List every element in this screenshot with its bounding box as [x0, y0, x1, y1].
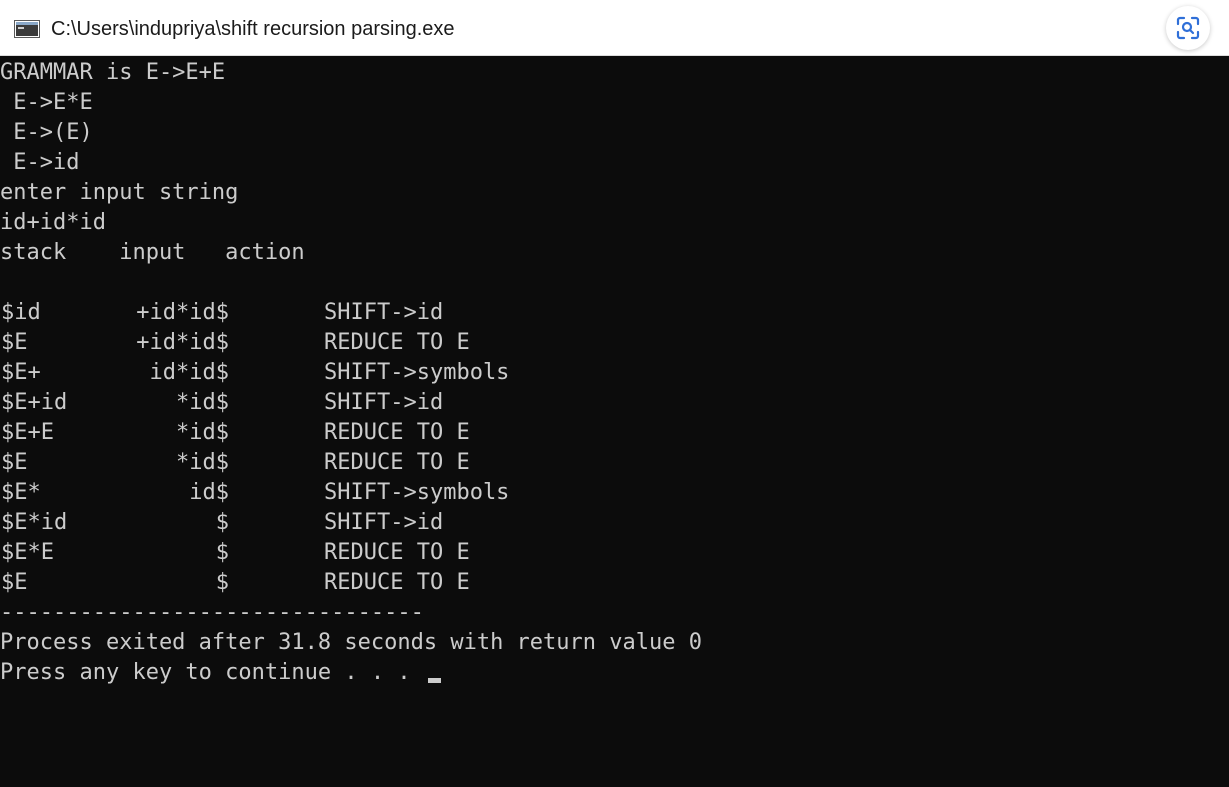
- action-cell: SHIFT->id: [324, 510, 444, 535]
- input-cell: *id$: [176, 390, 229, 415]
- stack-cell: $id: [1, 300, 41, 325]
- input-cell: *id$: [176, 450, 229, 475]
- separator-line: --------------------------------: [0, 600, 424, 625]
- input-echo: id+id*id: [0, 210, 106, 235]
- action-cell: REDUCE TO E: [324, 420, 470, 445]
- parse-row: $E*E $ REDUCE TO E: [0, 538, 1229, 568]
- console-window: C:\Users\indupriya\shift recursion parsi…: [0, 0, 1229, 787]
- stack-cell: $E+id: [1, 390, 68, 415]
- parse-row: $E+E *id$ REDUCE TO E: [0, 418, 1229, 448]
- parse-row: $E *id$ REDUCE TO E: [0, 448, 1229, 478]
- console-output[interactable]: GRAMMAR is E->E+E E->E*E E->(E) E->id en…: [0, 58, 1229, 787]
- action-cell: SHIFT->id: [324, 300, 444, 325]
- text-cursor: [427, 678, 441, 683]
- stack-cell: $E*id: [1, 510, 68, 535]
- stack-cell: $E: [1, 570, 28, 595]
- input-cell: *id$: [176, 420, 229, 445]
- action-cell: REDUCE TO E: [324, 540, 470, 565]
- input-prompt: enter input string: [0, 180, 239, 205]
- parse-row: $E* id$ SHIFT->symbols: [0, 478, 1229, 508]
- action-cell: REDUCE TO E: [324, 330, 470, 355]
- table-header: stack input action: [0, 240, 305, 265]
- grammar-line: GRAMMAR is E->E+E: [0, 60, 226, 85]
- input-cell: id*id$: [149, 360, 229, 385]
- parse-row: $id +id*id$ SHIFT->id: [0, 298, 1229, 328]
- parse-row: $E*id $ SHIFT->id: [0, 508, 1229, 538]
- input-cell: $: [215, 540, 229, 565]
- stack-cell: $E: [1, 330, 28, 355]
- grammar-line: E->id: [0, 150, 80, 175]
- parse-row: $E +id*id$ REDUCE TO E: [0, 328, 1229, 358]
- grammar-line: E->E*E: [0, 90, 93, 115]
- visual-search-button[interactable]: [1166, 6, 1210, 50]
- action-cell: SHIFT->id: [324, 390, 444, 415]
- stack-cell: $E+: [1, 360, 41, 385]
- parse-row: $E+ id*id$ SHIFT->symbols: [0, 358, 1229, 388]
- exit-message: Process exited after 31.8 seconds with r…: [0, 630, 702, 655]
- input-cell: +id*id$: [136, 300, 229, 325]
- action-cell: SHIFT->symbols: [324, 360, 510, 385]
- console-app-icon: [14, 20, 40, 38]
- visual-search-icon: [1176, 16, 1200, 40]
- parse-row: $E $ REDUCE TO E: [0, 568, 1229, 598]
- title-bar[interactable]: C:\Users\indupriya\shift recursion parsi…: [0, 0, 1229, 56]
- stack-cell: $E: [1, 450, 28, 475]
- input-cell: +id*id$: [136, 330, 229, 355]
- input-cell: $: [215, 570, 229, 595]
- input-cell: id$: [189, 480, 229, 505]
- stack-cell: $E*E: [1, 540, 54, 565]
- stack-cell: $E*: [1, 480, 41, 505]
- parse-row: $E+id *id$ SHIFT->id: [0, 388, 1229, 418]
- action-cell: SHIFT->symbols: [324, 480, 510, 505]
- action-cell: REDUCE TO E: [324, 570, 470, 595]
- action-cell: REDUCE TO E: [324, 450, 470, 475]
- input-cell: $: [215, 510, 229, 535]
- continue-prompt-line: Press any key to continue . . .: [0, 658, 1229, 688]
- grammar-line: E->(E): [0, 120, 93, 145]
- window-title: C:\Users\indupriya\shift recursion parsi…: [51, 18, 455, 40]
- stack-cell: $E+E: [1, 420, 54, 445]
